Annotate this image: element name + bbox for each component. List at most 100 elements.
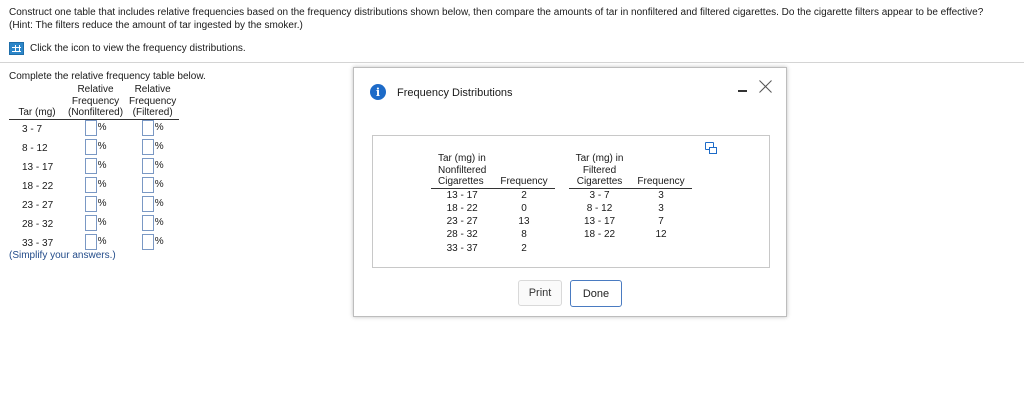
filtered-cell: % — [126, 157, 179, 177]
table-grid-icon[interactable] — [9, 42, 24, 55]
filtered-cell: % — [126, 214, 179, 234]
nonfiltered-frequency: 0 — [521, 202, 527, 214]
table-row: 23 - 27%% — [9, 195, 179, 215]
percent-sign: % — [97, 122, 107, 133]
filtered-percent-input[interactable] — [141, 157, 154, 174]
simplify-note: (Simplify your answers.) — [9, 250, 116, 261]
nonfiltered-frequency: 13 — [518, 216, 530, 228]
header-frequency-nonfiltered: Frequency — [493, 153, 555, 189]
filtered-cell: % — [126, 195, 179, 215]
header-nonfiltered-1: Relative — [77, 84, 114, 95]
tar-range: 13 - 17 — [22, 161, 54, 173]
tar-range: 3 - 7 — [22, 123, 43, 135]
filtered-tar: 13 - 17 — [583, 216, 616, 228]
header-frequency-filtered: Frequency — [630, 153, 692, 189]
percent-sign: % — [97, 217, 107, 228]
filtered-cell: % — [126, 176, 179, 196]
question-text: Construct one table that includes relati… — [9, 7, 984, 31]
table-row: 28 - 32 8 18 - 22 12 — [431, 228, 692, 241]
percent-sign: % — [97, 160, 107, 171]
nonfiltered-frequency: 2 — [521, 242, 527, 254]
nonfiltered-percent-input[interactable] — [84, 195, 97, 212]
minimize-icon[interactable] — [738, 90, 747, 92]
done-button[interactable]: Done — [570, 280, 622, 307]
filtered-percent-input[interactable] — [141, 214, 154, 231]
tar-range: 23 - 27 — [22, 199, 54, 211]
table-row: 33 - 37 2 — [431, 242, 692, 255]
nonfiltered-tar: 28 - 32 — [446, 229, 478, 241]
header-nonfiltered-2: Frequency — [71, 95, 120, 107]
header-filtered-1: Relative — [134, 84, 171, 95]
percent-sign: % — [154, 160, 164, 171]
distribution-table: Tar (mg) in Nonfiltered Cigarettes Frequ… — [431, 153, 692, 255]
distribution-data-panel: Tar (mg) in Nonfiltered Cigarettes Frequ… — [372, 135, 770, 268]
filtered-percent-input[interactable] — [141, 233, 154, 250]
filtered-percent-input[interactable] — [141, 119, 154, 136]
filtered-percent-input[interactable] — [141, 138, 154, 155]
table-row: 28 - 32%% — [9, 214, 179, 234]
nonfiltered-tar: 18 - 22 — [446, 202, 478, 214]
percent-sign: % — [154, 179, 164, 190]
nonfiltered-percent-input[interactable] — [84, 157, 97, 174]
tar-range: 18 - 22 — [22, 180, 54, 192]
percent-sign: % — [154, 122, 164, 133]
table-instruction: Complete the relative frequency table be… — [9, 71, 206, 82]
table-row: 23 - 27 13 13 - 17 7 — [431, 215, 692, 228]
percent-sign: % — [154, 141, 164, 152]
section-divider — [0, 62, 1024, 63]
close-icon[interactable] — [759, 79, 773, 93]
nonfiltered-tar: 23 - 27 — [446, 216, 478, 228]
view-distributions-link[interactable]: Click the icon to view the frequency dis… — [9, 42, 246, 55]
nonfiltered-frequency: 8 — [521, 229, 527, 241]
header-tar-nonfiltered: Tar (mg) in Nonfiltered Cigarettes — [431, 153, 494, 189]
nonfiltered-cell: % — [65, 214, 126, 234]
filtered-cell: % — [126, 233, 179, 253]
header-filtered-3: (Filtered) — [126, 107, 180, 120]
filtered-cell: % — [126, 119, 179, 139]
header-filtered-2: Frequency — [129, 95, 177, 107]
dialog-title: Frequency Distributions — [397, 87, 513, 99]
nonfiltered-tar: 33 - 37 — [446, 242, 478, 254]
nonfiltered-percent-input[interactable] — [84, 214, 97, 231]
nonfiltered-percent-input[interactable] — [84, 176, 97, 193]
table-row: 3 - 7%% — [9, 119, 179, 139]
nonfiltered-percent-input[interactable] — [84, 119, 97, 136]
table-row: 18 - 22 0 8 - 12 3 — [431, 202, 692, 215]
nonfiltered-cell: % — [65, 119, 126, 139]
nonfiltered-cell: % — [65, 195, 126, 215]
filtered-cell: % — [126, 138, 179, 158]
frequency-distributions-dialog: i Frequency Distributions Tar (mg) in No… — [353, 67, 787, 317]
nonfiltered-frequency: 2 — [521, 189, 527, 201]
filtered-tar: 3 - 7 — [589, 189, 610, 201]
percent-sign: % — [154, 236, 164, 247]
info-icon: i — [370, 84, 386, 100]
header-nonfiltered-3: (Nonfiltered) — [65, 107, 127, 120]
filtered-tar: 18 - 22 — [583, 229, 616, 241]
table-row: 13 - 17%% — [9, 157, 179, 177]
nonfiltered-percent-input[interactable] — [84, 233, 97, 250]
header-tar: Tar (mg) — [9, 107, 65, 120]
view-distributions-label: Click the icon to view the frequency dis… — [30, 43, 246, 54]
percent-sign: % — [97, 179, 107, 190]
filtered-percent-input[interactable] — [141, 195, 154, 212]
nonfiltered-percent-input[interactable] — [84, 138, 97, 155]
filtered-frequency — [630, 242, 691, 255]
filtered-tar — [569, 242, 631, 255]
table-row: 8 - 12%% — [9, 138, 179, 158]
filtered-percent-input[interactable] — [141, 176, 154, 193]
filtered-frequency: 12 — [655, 229, 667, 241]
tar-range: 8 - 12 — [22, 142, 48, 154]
percent-sign: % — [154, 198, 164, 209]
filtered-tar: 8 - 12 — [586, 202, 613, 214]
percent-sign: % — [97, 141, 107, 152]
relative-frequency-table: Relative Relative Frequency Frequency Ta… — [9, 84, 180, 253]
nonfiltered-cell: % — [65, 176, 126, 196]
copy-icon[interactable] — [705, 142, 717, 154]
percent-sign: % — [97, 198, 107, 209]
filtered-frequency: 7 — [658, 216, 664, 228]
print-button[interactable]: Print — [518, 280, 562, 306]
percent-sign: % — [97, 236, 107, 247]
filtered-frequency: 3 — [658, 189, 664, 201]
table-row: 18 - 22%% — [9, 176, 179, 196]
nonfiltered-tar: 13 - 17 — [446, 189, 478, 201]
